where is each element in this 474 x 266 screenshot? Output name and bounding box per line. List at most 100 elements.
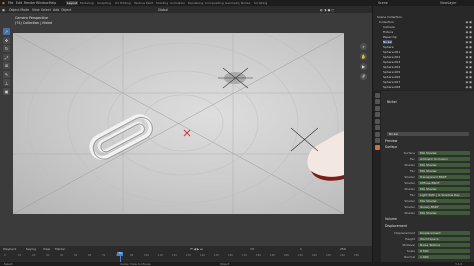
visibility-icon[interactable]: ◉ ▣ — [466, 25, 472, 29]
view-layer-selector[interactable]: ViewLayer — [440, 1, 456, 5]
tab-modeling[interactable]: Modeling — [80, 1, 94, 5]
property-value-field[interactable]: Noise Texture — [418, 243, 470, 247]
blender-logo-icon[interactable]: ◉ — [2, 1, 5, 5]
world-tab-icon[interactable] — [374, 118, 380, 124]
add-cube-icon[interactable]: ▣ — [3, 87, 10, 95]
pan-icon[interactable]: ✋ — [360, 53, 367, 60]
menu-object[interactable]: Object — [61, 8, 71, 12]
property-value-field[interactable]: Light Path | Is Shadow Ray — [418, 193, 470, 197]
measure-icon[interactable]: ⟂ — [3, 79, 10, 86]
visibility-icon[interactable]: ◉ ▣ — [466, 40, 472, 44]
outliner-item[interactable]: Sphere.004 — [383, 65, 400, 69]
menu-help[interactable]: Help — [49, 1, 56, 5]
visibility-icon[interactable]: ◉ ▣ — [466, 60, 472, 64]
mode-dropdown[interactable]: Object Mode — [9, 8, 29, 12]
modifier-tab-icon[interactable] — [374, 131, 380, 137]
start-frame-field[interactable]: 1 — [300, 247, 302, 251]
property-value-field[interactable]: Mix Shader — [418, 187, 470, 191]
property-value-field[interactable]: Diffuse BSDF — [418, 181, 470, 185]
property-value-field[interactable]: Transparent BSDF — [418, 175, 470, 179]
menu-select[interactable]: Select — [41, 8, 51, 12]
scale-icon[interactable]: ⤢ — [3, 53, 10, 61]
material-name-field[interactable]: Nickel — [387, 132, 469, 136]
outliner-item[interactable]: Camera — [383, 25, 395, 29]
outliner-item[interactable]: Sphere.002 — [383, 55, 400, 59]
tab-shading[interactable]: Shading — [156, 1, 168, 5]
outliner[interactable]: Scene Collection Collection ◉ ▣ Camera ◉ ▣ F… — [372, 6, 474, 90]
visibility-icon[interactable]: ◉ ▣ — [466, 55, 472, 59]
tab-geometry-nodes[interactable]: Geometry Nodes — [225, 1, 250, 5]
menu-marker[interactable]: Marker — [55, 247, 65, 251]
menu-playback[interactable]: Playback — [3, 247, 16, 251]
outliner-item[interactable]: Sphere.006 — [383, 75, 400, 79]
property-value-field[interactable]: Mix Shader — [418, 169, 470, 173]
tab-compositing[interactable]: Compositing — [205, 1, 224, 5]
outliner-item[interactable]: Fixture — [383, 30, 393, 34]
tab-sculpting[interactable]: Sculpting — [97, 1, 111, 5]
menu-window[interactable]: Window — [36, 1, 49, 5]
transform-orientation-dropdown[interactable]: Global — [158, 8, 168, 12]
menu-view[interactable]: View — [32, 8, 40, 12]
annotate-icon[interactable]: ✎ — [3, 70, 10, 78]
outliner-item[interactable]: Sphere.007 — [383, 80, 400, 84]
menu-render[interactable]: Render — [24, 1, 35, 5]
property-value-field[interactable]: Displacement — [418, 231, 470, 235]
object-tab-icon[interactable] — [374, 125, 380, 130]
visibility-icon[interactable]: ◉ ▣ — [466, 65, 472, 69]
menu-edit[interactable]: Edit — [16, 1, 22, 5]
visibility-icon[interactable]: ◉ ▣ — [466, 50, 472, 54]
physics-tab-icon[interactable] — [374, 138, 380, 143]
outliner-item[interactable]: Collection — [379, 20, 394, 24]
menu-view-timeline[interactable]: View — [43, 247, 50, 251]
visibility-icon[interactable]: ◉ ▣ — [466, 45, 472, 49]
tab-scripting[interactable]: Scripting — [254, 1, 267, 5]
visibility-icon[interactable]: ◉ ▣ — [466, 80, 472, 84]
menu-file[interactable]: File — [8, 1, 13, 5]
tab-uv-editing[interactable]: UV Editing — [115, 1, 131, 5]
scene-tab-icon[interactable] — [374, 112, 380, 117]
property-value-field[interactable]: 1.000 — [418, 255, 470, 259]
cursor-icon[interactable]: ➚ — [3, 28, 10, 35]
outliner-item[interactable]: Sphere — [383, 45, 394, 49]
preview-section[interactable]: Preview — [385, 139, 397, 143]
zoom-icon[interactable]: ⌕ — [360, 43, 367, 50]
viewport-shading-icons[interactable]: ◐ ◑ ● ○ — [320, 8, 334, 12]
visibility-icon[interactable]: ◉ ▣ — [466, 20, 472, 24]
editor-type-icon[interactable]: ▣ — [2, 8, 5, 12]
3d-viewport[interactable]: Camera Perspective (74) Collection | Nic… — [0, 13, 372, 246]
outliner-item[interactable]: Sphere.008 — [383, 85, 400, 89]
property-value-field[interactable]: Mix Shader — [418, 163, 470, 167]
property-value-field[interactable]: Mix Shader — [418, 199, 470, 203]
outliner-item[interactable]: Sphere.001 — [383, 50, 400, 54]
outliner-item[interactable]: Nickel — [383, 40, 393, 44]
scene-collection-row[interactable]: Scene Collection — [377, 15, 402, 19]
current-frame-field[interactable]: 74 — [250, 247, 254, 251]
render-tab-icon[interactable] — [374, 99, 380, 104]
visibility-icon[interactable]: ◉ ▣ — [466, 30, 472, 34]
surface-section[interactable]: Surface — [385, 145, 397, 149]
transform-icon[interactable]: ⊞ — [3, 62, 10, 69]
material-tab-icon[interactable] — [374, 144, 380, 150]
property-value-field[interactable]: Mix Shader — [418, 211, 470, 215]
scene-selector[interactable]: Scene — [378, 1, 388, 5]
visibility-icon[interactable]: ◉ ▣ — [466, 35, 472, 39]
visibility-icon[interactable]: ◉ ▣ — [466, 75, 472, 79]
output-tab-icon[interactable] — [374, 105, 380, 111]
tab-animation[interactable]: Animation — [170, 1, 185, 5]
object-name-field[interactable]: Nickel — [387, 100, 397, 104]
end-frame-field[interactable]: 250 — [340, 247, 346, 251]
tab-texture-paint[interactable]: Texture Paint — [134, 1, 153, 5]
menu-add[interactable]: Add — [53, 8, 59, 12]
menu-keying[interactable]: Keying — [26, 247, 36, 251]
outliner-item[interactable]: Sphere.005 — [383, 70, 400, 74]
property-value-field[interactable]: Glossy BSDF — [418, 205, 470, 209]
visibility-icon[interactable]: ◉ ▣ — [466, 70, 472, 74]
tab-rendering[interactable]: Rendering — [188, 1, 203, 5]
camera-view-icon[interactable]: ▶ — [360, 63, 367, 70]
volume-section[interactable]: Volume — [385, 217, 397, 221]
grid-icon[interactable]: # — [360, 73, 367, 80]
outliner-item[interactable]: Sphere.003 — [383, 60, 400, 64]
property-value-field[interactable]: Ambient Occlusion — [418, 157, 470, 161]
displacement-section[interactable]: Displacement — [385, 224, 407, 228]
tool-tab-icon[interactable] — [374, 92, 380, 98]
